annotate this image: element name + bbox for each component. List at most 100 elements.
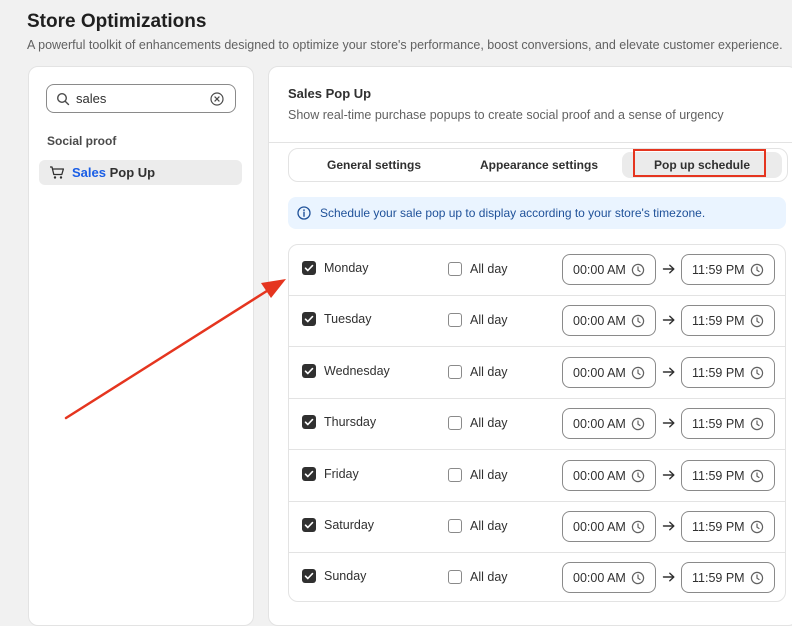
start-time-value: 00:00 AM xyxy=(573,417,625,431)
arrow-right-icon xyxy=(662,315,675,325)
tab-general-settings[interactable]: General settings xyxy=(289,149,459,181)
clock-icon xyxy=(750,263,764,277)
annotation-highlight-box xyxy=(633,149,766,177)
day-label: Wednesday xyxy=(324,364,390,378)
all-day-checkbox[interactable] xyxy=(448,570,462,584)
end-time-value: 11:59 PM xyxy=(692,366,745,380)
start-time-value: 00:00 AM xyxy=(573,314,625,328)
cart-icon xyxy=(50,166,65,179)
day-enabled-checkbox[interactable] xyxy=(302,569,316,583)
page-title: Store Optimizations xyxy=(27,11,207,32)
all-day-checkbox[interactable] xyxy=(448,519,462,533)
tab-appearance-settings[interactable]: Appearance settings xyxy=(459,149,619,181)
end-time-input[interactable]: 11:59 PM xyxy=(681,408,775,439)
schedule-row-sunday: Sunday All day 00:00 AM 11:59 PM xyxy=(289,553,785,601)
start-time-input[interactable]: 00:00 AM xyxy=(562,408,656,439)
sidebar-item-sales-pop-up[interactable]: Sales Pop Up xyxy=(39,160,242,185)
end-time-value: 11:59 PM xyxy=(692,571,745,585)
end-time-input[interactable]: 11:59 PM xyxy=(681,254,775,285)
clock-icon xyxy=(631,469,645,483)
card-title: Sales Pop Up xyxy=(288,86,372,101)
check-icon xyxy=(304,470,314,478)
start-time-value: 00:00 AM xyxy=(573,263,625,277)
schedule-row-wednesday: Wednesday All day 00:00 AM 11:59 PM xyxy=(289,348,785,399)
page-subtitle: A powerful toolkit of enhancements desig… xyxy=(27,38,783,52)
schedule-row-tuesday: Tuesday All day 00:00 AM 11:59 PM xyxy=(289,296,785,347)
clock-icon xyxy=(631,366,645,380)
search-box[interactable] xyxy=(46,84,236,113)
sidebar-item-label-rest: Pop Up xyxy=(105,165,156,180)
day-enabled-checkbox[interactable] xyxy=(302,415,316,429)
search-icon xyxy=(56,92,70,106)
arrow-right-icon xyxy=(662,418,675,428)
end-time-input[interactable]: 11:59 PM xyxy=(681,305,775,336)
start-time-input[interactable]: 00:00 AM xyxy=(562,460,656,491)
all-day-label: All day xyxy=(470,313,508,327)
sidebar-item-label: Sales Pop Up xyxy=(72,165,155,180)
end-time-input[interactable]: 11:59 PM xyxy=(681,511,775,542)
settings-card: Sales Pop Up Show real-time purchase pop… xyxy=(268,66,792,626)
all-day-label: All day xyxy=(470,570,508,584)
day-label: Friday xyxy=(324,467,359,481)
start-time-input[interactable]: 00:00 AM xyxy=(562,305,656,336)
day-label: Thursday xyxy=(324,415,377,429)
check-icon xyxy=(304,315,314,323)
end-time-value: 11:59 PM xyxy=(692,314,745,328)
clear-icon[interactable] xyxy=(210,92,224,106)
all-day-label: All day xyxy=(470,365,508,379)
day-enabled-checkbox[interactable] xyxy=(302,312,316,326)
day-enabled-checkbox[interactable] xyxy=(302,467,316,481)
check-icon xyxy=(304,367,314,375)
all-day-checkbox[interactable] xyxy=(448,416,462,430)
start-time-input[interactable]: 00:00 AM xyxy=(562,511,656,542)
start-time-input[interactable]: 00:00 AM xyxy=(562,357,656,388)
search-input[interactable] xyxy=(76,90,196,107)
day-enabled-checkbox[interactable] xyxy=(302,364,316,378)
clock-icon xyxy=(631,263,645,277)
start-time-value: 00:00 AM xyxy=(573,366,625,380)
all-day-label: All day xyxy=(470,416,508,430)
day-label: Monday xyxy=(324,261,369,275)
info-icon xyxy=(297,206,311,220)
arrow-right-icon xyxy=(662,367,675,377)
clock-icon xyxy=(750,571,764,585)
schedule-row-saturday: Saturday All day 00:00 AM 11:59 PM xyxy=(289,502,785,553)
end-time-value: 11:59 PM xyxy=(692,263,745,277)
all-day-checkbox[interactable] xyxy=(448,313,462,327)
card-description: Show real-time purchase popups to create… xyxy=(288,108,724,122)
end-time-input[interactable]: 11:59 PM xyxy=(681,357,775,388)
start-time-input[interactable]: 00:00 AM xyxy=(562,562,656,593)
info-banner: Schedule your sale pop up to display acc… xyxy=(288,197,786,229)
day-enabled-checkbox[interactable] xyxy=(302,518,316,532)
end-time-input[interactable]: 11:59 PM xyxy=(681,562,775,593)
arrow-right-icon xyxy=(662,572,675,582)
all-day-checkbox[interactable] xyxy=(448,262,462,276)
clock-icon xyxy=(750,417,764,431)
check-icon xyxy=(304,418,314,426)
schedule-row-friday: Friday All day 00:00 AM 11:59 PM xyxy=(289,451,785,502)
all-day-label: All day xyxy=(470,468,508,482)
sidebar-section-label: Social proof xyxy=(47,134,117,148)
clock-icon xyxy=(750,520,764,534)
clock-icon xyxy=(631,417,645,431)
clock-icon xyxy=(631,571,645,585)
day-enabled-checkbox[interactable] xyxy=(302,261,316,275)
sidebar: Social proof Sales Pop Up xyxy=(28,66,254,626)
info-banner-text: Schedule your sale pop up to display acc… xyxy=(320,206,706,220)
all-day-checkbox[interactable] xyxy=(448,365,462,379)
day-label: Sunday xyxy=(324,569,367,583)
end-time-value: 11:59 PM xyxy=(692,520,745,534)
check-icon xyxy=(304,572,314,580)
arrow-right-icon xyxy=(662,521,675,531)
day-label: Tuesday xyxy=(324,312,372,326)
clock-icon xyxy=(631,314,645,328)
end-time-input[interactable]: 11:59 PM xyxy=(681,460,775,491)
divider xyxy=(269,142,792,143)
schedule-row-monday: Monday All day 00:00 AM 11:59 PM xyxy=(289,245,785,296)
end-time-value: 11:59 PM xyxy=(692,469,745,483)
start-time-input[interactable]: 00:00 AM xyxy=(562,254,656,285)
search-match-text: Sales xyxy=(72,165,106,180)
arrow-right-icon xyxy=(662,264,675,274)
start-time-value: 00:00 AM xyxy=(573,571,625,585)
all-day-checkbox[interactable] xyxy=(448,468,462,482)
